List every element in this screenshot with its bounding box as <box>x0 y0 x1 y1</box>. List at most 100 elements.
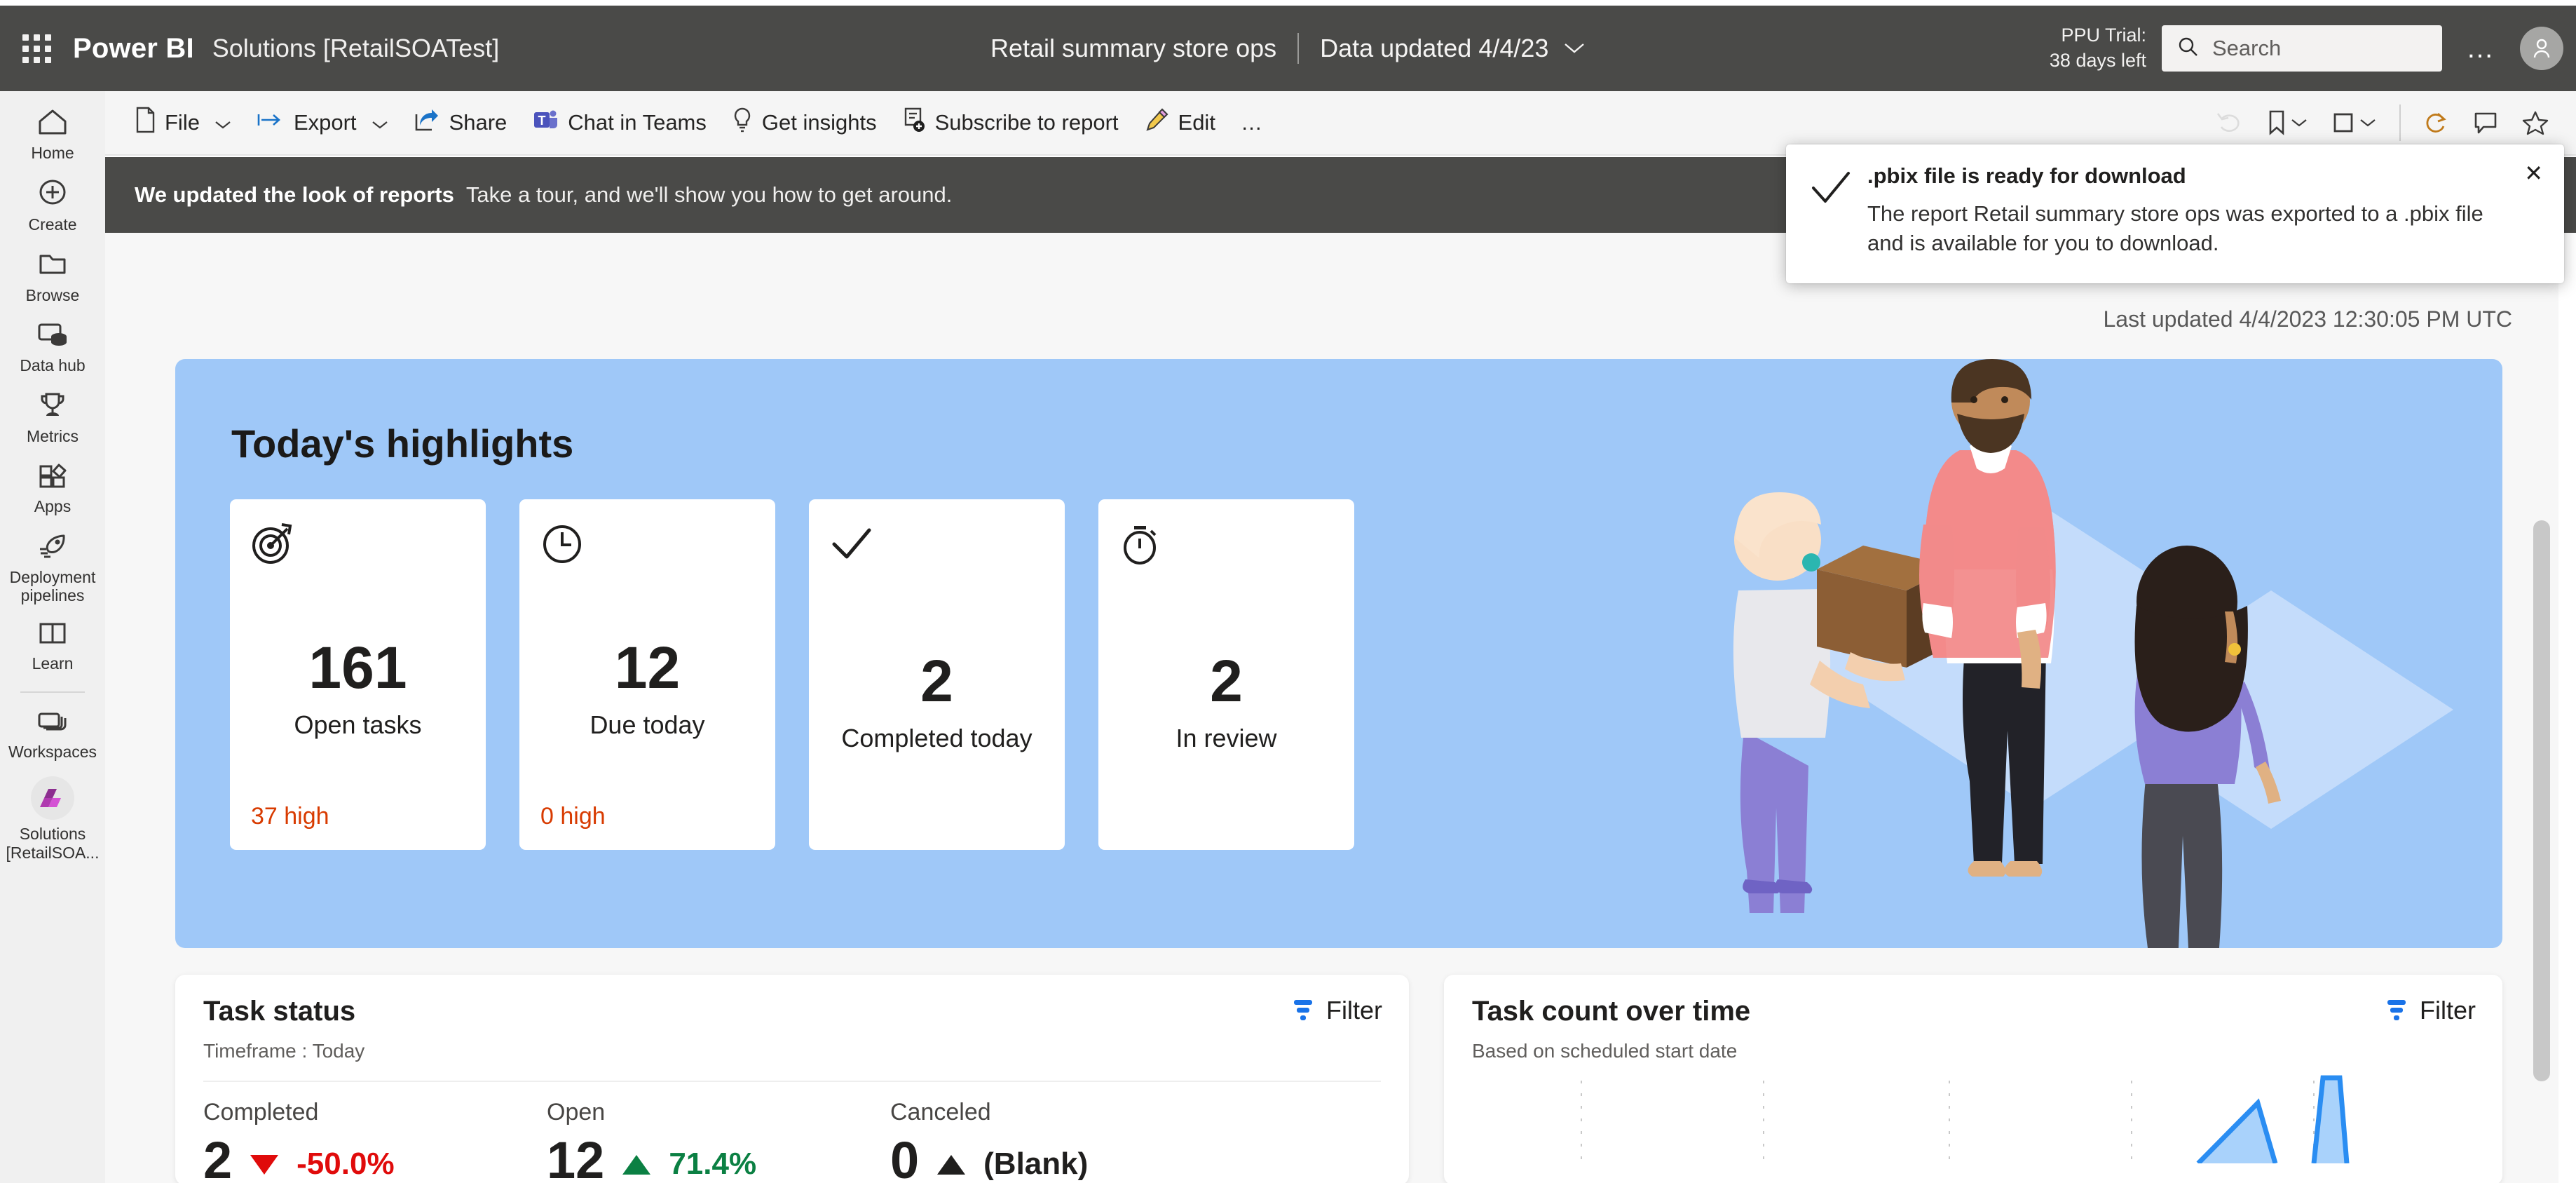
kpi-caption: Completed today <box>841 724 1033 753</box>
banner-text[interactable]: Take a tour, and we'll show you how to g… <box>466 182 953 208</box>
avatar[interactable] <box>2520 27 2563 70</box>
trial-status: PPU Trial: 38 days left <box>2050 23 2146 73</box>
sidebar-item-apps[interactable]: Apps <box>0 454 105 525</box>
download-ready-toast: .pbix file is ready for download The rep… <box>1786 144 2564 283</box>
kpi-value: 12 <box>614 634 681 701</box>
scrollbar-thumb[interactable] <box>2533 520 2550 1081</box>
data-updated-label[interactable]: Data updated 4/4/23 <box>1320 34 1548 63</box>
sidebar-item-create[interactable]: Create <box>0 171 105 243</box>
data-hub-icon <box>36 320 69 351</box>
bookmark-icon[interactable] <box>2255 109 2319 136</box>
workspaces-icon <box>36 709 69 738</box>
sidebar-item-browse[interactable]: Browse <box>0 243 105 313</box>
kpi-subtext: 37 high <box>251 803 329 830</box>
file-menu-button[interactable]: File <box>122 91 244 154</box>
kpi-card-list: 161 Open tasks 37 high 12 Due today 0 hi… <box>230 499 1354 850</box>
sidebar-item-home[interactable]: Home <box>0 101 105 171</box>
apps-icon <box>36 461 69 492</box>
favorite-icon[interactable] <box>2510 110 2561 135</box>
sidebar-item-label: Data hub <box>20 356 86 375</box>
edit-button[interactable]: Edit <box>1131 91 1228 154</box>
column-delta: -50.0% <box>297 1147 395 1182</box>
toast-close-icon[interactable]: ✕ <box>2524 160 2543 187</box>
column-value: 12 <box>547 1131 605 1183</box>
toast-body: .pbix file is ready for download The rep… <box>1867 163 2543 283</box>
edit-label: Edit <box>1178 110 1215 135</box>
chat-in-teams-button[interactable]: T Chat in Teams <box>519 91 719 154</box>
sidebar-item-workspaces[interactable]: Workspaces <box>0 703 105 770</box>
solutions-icon <box>31 776 74 820</box>
column-delta: 71.4% <box>669 1147 757 1182</box>
share-label: Share <box>449 110 507 135</box>
sidebar-item-label: Browse <box>25 285 80 304</box>
toast-title: .pbix file is ready for download <box>1867 163 2186 188</box>
comment-icon[interactable] <box>2461 111 2510 135</box>
pencil-icon <box>1144 107 1169 138</box>
chevron-down-icon[interactable] <box>1564 42 1585 55</box>
kpi-card-due-today[interactable]: 12 Due today 0 high <box>519 499 775 850</box>
file-label: File <box>165 110 200 135</box>
sidebar-item-deployment-pipelines[interactable]: Deployment pipelines <box>0 525 105 614</box>
left-navigation-rail: Home Create Browse Data hub Metrics Apps <box>0 91 105 1183</box>
search-input[interactable]: Search <box>2162 25 2442 72</box>
trial-line-2: 38 days left <box>2049 50 2146 71</box>
sidebar-item-solutions[interactable]: Solutions [RetailSOA... <box>0 770 105 871</box>
undo-icon[interactable] <box>2203 110 2255 135</box>
kpi-subtext: 0 high <box>540 803 606 830</box>
column-delta: (Blank) <box>983 1147 1089 1182</box>
refresh-icon[interactable] <box>2412 110 2461 135</box>
kpi-card-completed-today[interactable]: 2 Completed today <box>809 499 1065 850</box>
filter-button[interactable]: Filter <box>2385 996 2476 1025</box>
command-overflow-button[interactable]: … <box>1228 91 1278 154</box>
sidebar-item-metrics[interactable]: Metrics <box>0 384 105 454</box>
ellipsis-icon: … <box>1240 110 1265 135</box>
chat-in-teams-label: Chat in Teams <box>568 110 707 135</box>
clock-icon <box>540 522 754 582</box>
home-icon <box>36 107 69 139</box>
column-value-row: 2 -50.0% <box>203 1131 547 1183</box>
filter-button[interactable]: Filter <box>1291 996 1382 1025</box>
workspace-breadcrumb[interactable]: Solutions [RetailSOATest] <box>212 34 500 63</box>
share-button[interactable]: Share <box>401 91 520 154</box>
report-title[interactable]: Retail summary store ops <box>990 34 1276 63</box>
trend-down-icon <box>250 1155 279 1175</box>
kpi-card-open-tasks[interactable]: 161 Open tasks 37 high <box>230 499 486 850</box>
folder-icon <box>36 250 69 281</box>
subscribe-label: Subscribe to report <box>934 110 1119 135</box>
trend-up-icon <box>622 1155 651 1175</box>
filter-icon <box>2385 996 2408 1025</box>
powerbi-brand[interactable]: Power BI <box>73 33 194 65</box>
file-icon <box>135 107 156 139</box>
header-more-button[interactable]: … <box>2466 34 2496 62</box>
task-status-column-canceled[interactable]: Canceled 0 (Blank) <box>890 1099 1234 1183</box>
waffle-icon <box>22 34 51 63</box>
column-header: Open <box>547 1099 606 1125</box>
search-placeholder: Search <box>2212 36 2282 60</box>
task-status-column-open[interactable]: Open 12 71.4% <box>547 1099 890 1183</box>
kpi-card-in-review[interactable]: 2 In review <box>1098 499 1354 850</box>
view-icon[interactable] <box>2319 111 2388 135</box>
kpi-value-block: 161 Open tasks <box>251 575 465 803</box>
area-chart[interactable] <box>1483 1074 2470 1165</box>
column-header: Completed <box>203 1099 319 1125</box>
kpi-value: 2 <box>920 648 953 715</box>
kpi-value-block: 2 Completed today <box>830 575 1044 830</box>
header-divider <box>1297 33 1300 64</box>
sidebar-item-data-hub[interactable]: Data hub <box>0 313 105 384</box>
task-status-column-completed[interactable]: Completed 2 -50.0% <box>203 1099 547 1183</box>
vertical-scrollbar[interactable] <box>2533 520 2550 1081</box>
sidebar-item-label: Metrics <box>26 426 79 445</box>
subscribe-to-report-button[interactable]: Subscribe to report <box>890 91 1131 154</box>
app-header: Power BI Solutions [RetailSOATest] Retai… <box>0 6 2576 91</box>
chevron-down-icon <box>214 110 231 135</box>
sidebar-item-learn[interactable]: Learn <box>0 614 105 682</box>
chevron-down-icon <box>2360 119 2376 127</box>
kpi-caption: In review <box>1175 724 1277 753</box>
waffle-menu-button[interactable] <box>0 6 73 91</box>
kpi-caption: Due today <box>590 710 705 739</box>
column-value: 2 <box>203 1131 233 1183</box>
get-insights-button[interactable]: Get insights <box>719 91 890 154</box>
report-canvas: Last updated 4/4/2023 12:30:05 PM UTC To… <box>105 233 2558 1183</box>
sidebar-item-label: Apps <box>34 497 71 516</box>
export-menu-button[interactable]: Export <box>244 91 401 154</box>
